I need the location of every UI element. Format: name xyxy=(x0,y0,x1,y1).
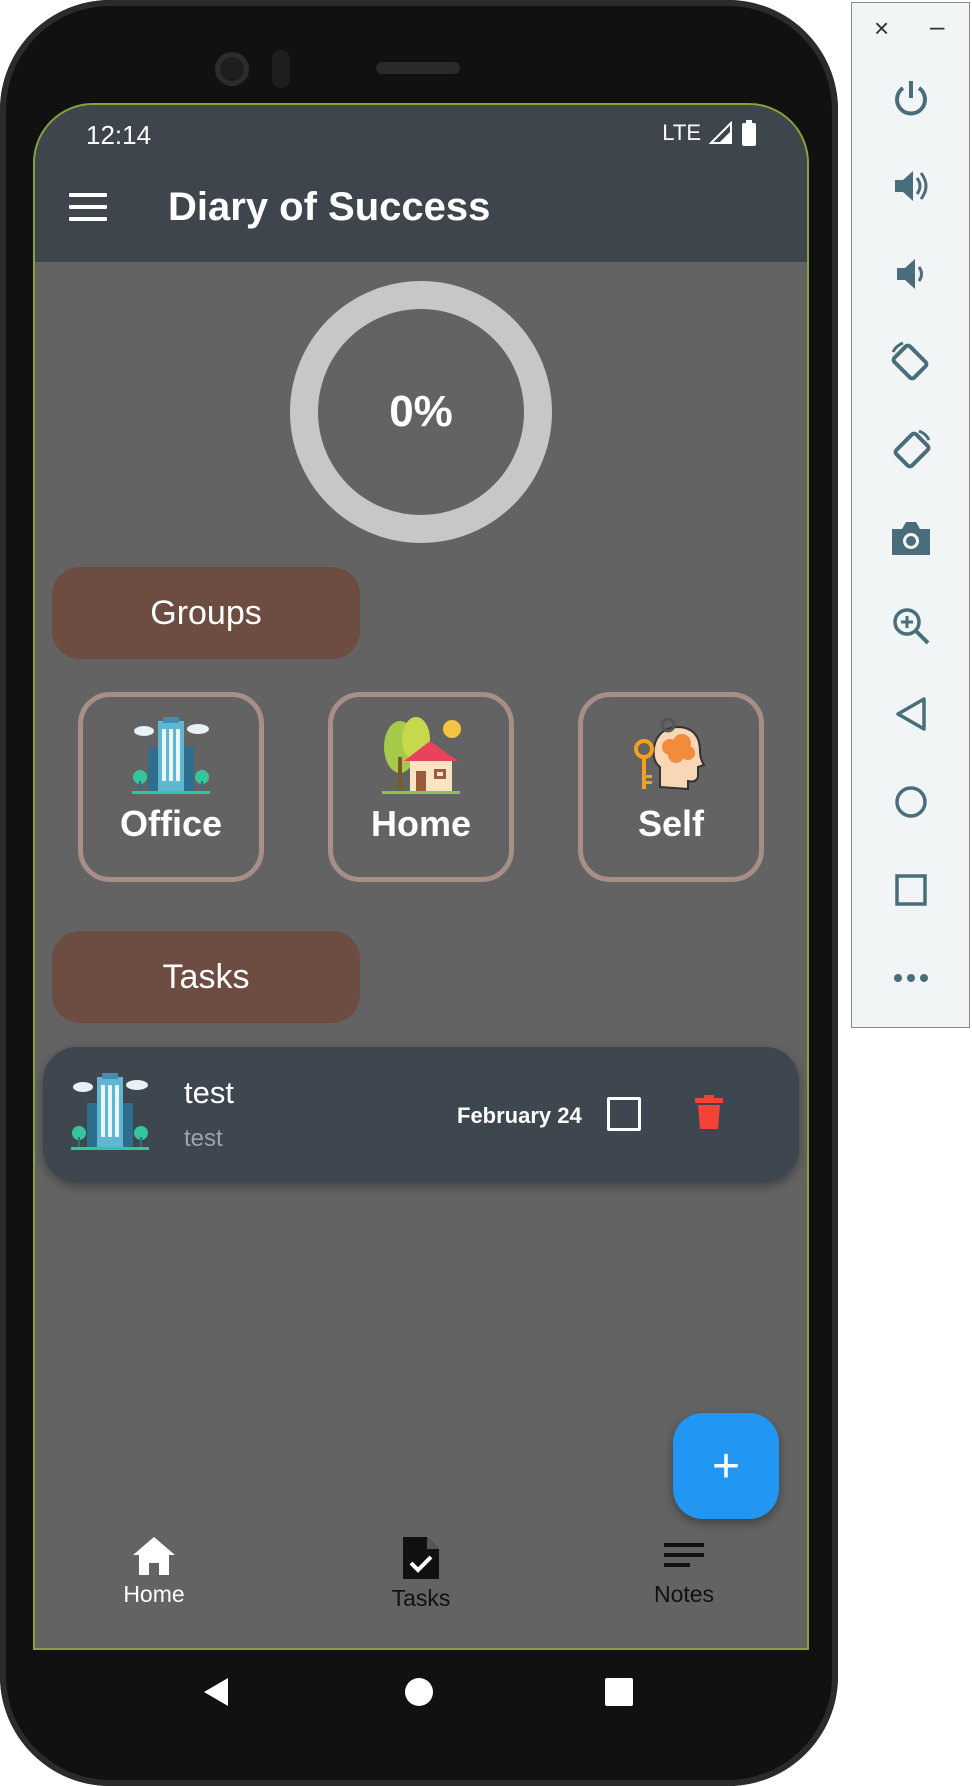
group-label-office: Office xyxy=(119,803,223,844)
status-icons: LTE xyxy=(662,120,757,146)
group-label-self: Self xyxy=(637,803,705,844)
overview-icon[interactable] xyxy=(880,859,942,921)
task-done-checkbox[interactable] xyxy=(607,1097,641,1131)
nav-notes-label: Notes xyxy=(653,1581,715,1607)
app-screen: 12:14 LTE Diary of Success 0% Groups Off… xyxy=(33,103,809,1650)
nav-home-label: Home xyxy=(123,1581,185,1607)
task-title: test xyxy=(184,1075,234,1110)
nav-notes[interactable]: Notes xyxy=(594,1535,774,1608)
rotate-right-icon[interactable] xyxy=(880,419,942,481)
task-subtitle: test xyxy=(184,1125,223,1152)
office-building-icon xyxy=(132,717,210,794)
emulator-toolbar: × – xyxy=(851,2,970,1028)
signal-icon xyxy=(709,121,732,144)
zoom-icon[interactable] xyxy=(880,595,942,657)
nav-tasks[interactable]: Tasks xyxy=(331,1535,511,1612)
hamburger-menu-icon[interactable] xyxy=(69,193,107,221)
group-label-home: Home xyxy=(370,803,472,844)
rotate-left-icon[interactable] xyxy=(880,331,942,393)
front-camera xyxy=(215,52,249,86)
network-label: LTE xyxy=(662,120,701,145)
back-icon[interactable] xyxy=(880,683,942,745)
home-icon xyxy=(133,1537,175,1575)
task-document-icon xyxy=(403,1537,439,1579)
more-icon[interactable] xyxy=(880,947,942,1009)
notes-icon xyxy=(664,1543,704,1567)
system-overview-icon[interactable] xyxy=(604,1677,634,1707)
task-date: February 24 xyxy=(457,1103,582,1128)
system-back-icon[interactable] xyxy=(202,1676,230,1708)
status-time: 12:14 xyxy=(86,120,152,150)
app-bar: 12:14 LTE Diary of Success xyxy=(35,105,807,262)
volume-down-icon[interactable] xyxy=(880,243,942,305)
brain-key-icon xyxy=(634,717,706,791)
progress-percentage: 0% xyxy=(389,387,453,436)
phone-frame: 12:14 LTE Diary of Success 0% Groups Off… xyxy=(0,0,838,1786)
nav-home[interactable]: Home xyxy=(64,1535,244,1608)
tasks-section-header: Tasks xyxy=(52,931,360,1023)
app-title: Diary of Success xyxy=(168,185,491,229)
nav-tasks-label: Tasks xyxy=(391,1585,451,1611)
delete-icon[interactable] xyxy=(695,1095,723,1129)
proximity-sensor xyxy=(272,50,290,88)
group-card-office[interactable]: Office xyxy=(78,692,264,882)
add-task-fab[interactable]: + xyxy=(673,1413,779,1519)
power-icon[interactable] xyxy=(880,67,942,129)
volume-up-icon[interactable] xyxy=(880,155,942,217)
earpiece-speaker xyxy=(376,62,460,74)
system-navigation-bar xyxy=(0,1646,838,1786)
camera-icon[interactable] xyxy=(880,507,942,569)
task-item[interactable]: test test February 24 xyxy=(43,1047,799,1182)
bottom-navigation: Home Tasks Notes xyxy=(35,1535,807,1648)
minimize-icon[interactable]: – xyxy=(930,11,944,42)
battery-icon xyxy=(742,120,756,146)
groups-section-header: Groups xyxy=(52,567,360,659)
house-icon xyxy=(382,717,461,794)
group-card-self[interactable]: Self xyxy=(578,692,764,882)
office-building-icon xyxy=(71,1073,149,1150)
system-home-icon[interactable] xyxy=(404,1677,434,1707)
home-circle-icon[interactable] xyxy=(880,771,942,833)
close-icon[interactable]: × xyxy=(874,13,889,44)
group-card-home[interactable]: Home xyxy=(328,692,514,882)
